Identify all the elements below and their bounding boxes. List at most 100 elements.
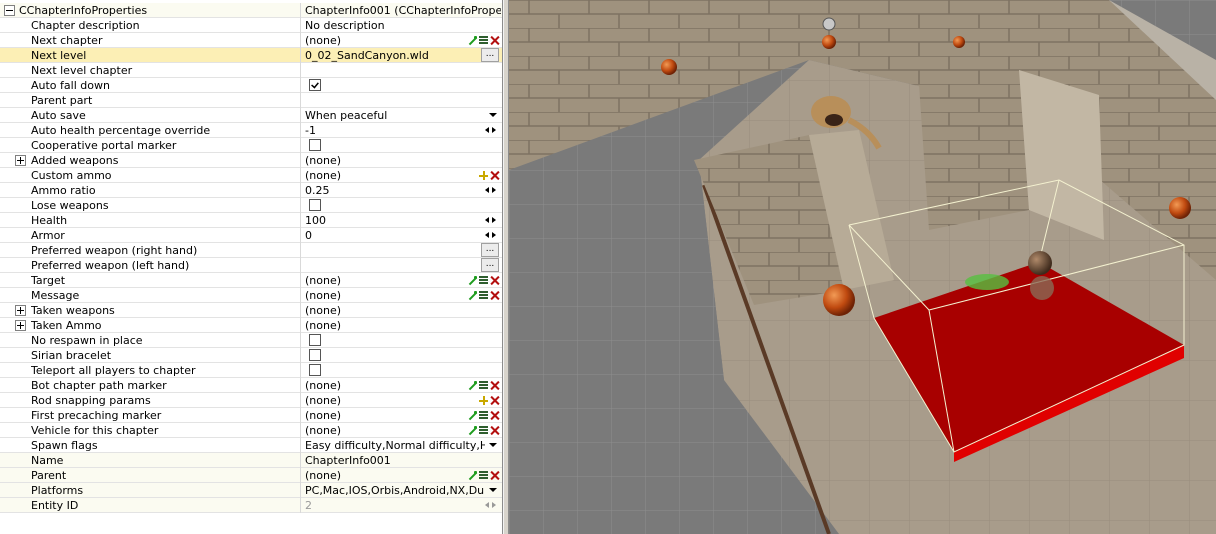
pick-entity-icon[interactable] [468, 411, 477, 420]
expand-icon[interactable] [15, 155, 26, 166]
prop-parent-part[interactable]: Parent part [0, 93, 502, 108]
clear-icon[interactable] [490, 36, 499, 45]
pick-entity-icon[interactable] [468, 426, 477, 435]
list-icon[interactable] [479, 426, 488, 435]
pick-entity-icon[interactable] [468, 36, 477, 45]
list-icon[interactable] [479, 381, 488, 390]
prop-value[interactable]: (none) [305, 168, 341, 183]
prop-teleport-all-players[interactable]: Teleport all players to chapter [0, 363, 502, 378]
prop-value[interactable]: 0 [305, 228, 312, 243]
prop-auto-save[interactable]: Auto save When peaceful [0, 108, 502, 123]
browse-button[interactable]: ... [481, 243, 499, 257]
prop-custom-ammo[interactable]: Custom ammo (none) [0, 168, 502, 183]
prop-ammo-ratio[interactable]: Ammo ratio 0.25 [0, 183, 502, 198]
spawn-flags-select[interactable]: Easy difficulty,Normal difficulty,Har... [305, 438, 485, 453]
prop-value[interactable]: 100 [305, 213, 326, 228]
prop-health[interactable]: Health 100 [0, 213, 502, 228]
prop-value[interactable]: No description [305, 18, 385, 33]
prop-lose-weapons[interactable]: Lose weapons [0, 198, 502, 213]
prop-value[interactable]: (none) [305, 393, 341, 408]
prop-entity-id[interactable]: Entity ID 2 [0, 498, 502, 513]
prop-value[interactable]: (none) [305, 318, 341, 333]
prop-vehicle-for-chapter[interactable]: Vehicle for this chapter (none) [0, 423, 502, 438]
prop-value[interactable]: (none) [305, 378, 341, 393]
chevron-down-icon[interactable] [489, 113, 497, 117]
prop-preferred-weapon-right[interactable]: Preferred weapon (right hand) ... [0, 243, 502, 258]
sirian-bracelet-checkbox[interactable] [309, 349, 321, 361]
list-icon[interactable] [479, 291, 488, 300]
prop-no-respawn-in-place[interactable]: No respawn in place [0, 333, 502, 348]
prop-value[interactable]: 0_02_SandCanyon.wld [305, 48, 429, 63]
prop-value[interactable]: (none) [305, 33, 341, 48]
prop-value[interactable]: (none) [305, 153, 341, 168]
prop-added-weapons[interactable]: Added weapons (none) [0, 153, 502, 168]
prop-name[interactable]: Name ChapterInfo001 [0, 453, 502, 468]
browse-button[interactable]: ... [481, 48, 499, 62]
cooperative-portal-marker-checkbox[interactable] [309, 139, 321, 151]
list-icon[interactable] [479, 411, 488, 420]
platforms-select[interactable]: PC,Mac,IOS,Orbis,Android,NX,Dura... [305, 483, 485, 498]
clear-icon[interactable] [490, 171, 499, 180]
auto-save-select[interactable]: When peaceful [305, 108, 387, 123]
no-respawn-checkbox[interactable] [309, 334, 321, 346]
spinner-icon[interactable] [485, 217, 496, 224]
prop-next-level-chapter[interactable]: Next level chapter [0, 63, 502, 78]
prop-taken-weapons[interactable]: Taken weapons (none) [0, 303, 502, 318]
name-field[interactable]: ChapterInfo001 [305, 453, 391, 468]
prop-rod-snapping-params[interactable]: Rod snapping params (none) [0, 393, 502, 408]
clear-icon[interactable] [490, 426, 499, 435]
prop-next-level[interactable]: Next level 0_02_SandCanyon.wld ... [0, 48, 502, 63]
collapse-icon[interactable] [4, 5, 15, 16]
prop-value[interactable]: (none) [305, 408, 341, 423]
teleport-all-players-checkbox[interactable] [309, 364, 321, 376]
list-icon[interactable] [479, 471, 488, 480]
expand-icon[interactable] [15, 320, 26, 331]
browse-button[interactable]: ... [481, 258, 499, 272]
prop-value[interactable]: (none) [305, 288, 341, 303]
auto-fall-down-checkbox[interactable] [309, 79, 321, 91]
prop-next-chapter[interactable]: Next chapter (none) [0, 33, 502, 48]
add-icon[interactable] [479, 171, 488, 180]
prop-cooperative-portal-marker[interactable]: Cooperative portal marker [0, 138, 502, 153]
prop-parent[interactable]: Parent (none) [0, 468, 502, 483]
clear-icon[interactable] [490, 276, 499, 285]
prop-sirian-bracelet[interactable]: Sirian bracelet [0, 348, 502, 363]
expand-icon[interactable] [15, 305, 26, 316]
spinner-icon[interactable] [485, 187, 496, 194]
list-icon[interactable] [479, 276, 488, 285]
pick-entity-icon[interactable] [468, 381, 477, 390]
prop-taken-ammo[interactable]: Taken Ammo (none) [0, 318, 502, 333]
clear-icon[interactable] [490, 381, 499, 390]
prop-value[interactable]: (none) [305, 423, 341, 438]
prop-preferred-weapon-left[interactable]: Preferred weapon (left hand) ... [0, 258, 502, 273]
list-icon[interactable] [479, 36, 488, 45]
chevron-down-icon[interactable] [489, 443, 497, 447]
prop-value[interactable]: -1 [305, 123, 316, 138]
prop-auto-health-override[interactable]: Auto health percentage override -1 [0, 123, 502, 138]
lose-weapons-checkbox[interactable] [309, 199, 321, 211]
prop-value[interactable]: (none) [305, 273, 341, 288]
prop-value[interactable]: (none) [305, 303, 341, 318]
pick-entity-icon[interactable] [468, 291, 477, 300]
group-header-row[interactable]: CChapterInfoProperties ChapterInfo001 (C… [0, 3, 502, 18]
prop-target[interactable]: Target (none) [0, 273, 502, 288]
prop-platforms[interactable]: Platforms PC,Mac,IOS,Orbis,Android,NX,Du… [0, 483, 502, 498]
pick-entity-icon[interactable] [468, 471, 477, 480]
prop-auto-fall-down[interactable]: Auto fall down [0, 78, 502, 93]
prop-armor[interactable]: Armor 0 [0, 228, 502, 243]
spinner-icon[interactable] [485, 127, 496, 134]
pick-entity-icon[interactable] [468, 276, 477, 285]
3d-viewport[interactable] [509, 0, 1216, 534]
spinner-icon[interactable] [485, 232, 496, 239]
prop-chapter-description[interactable]: Chapter description No description [0, 18, 502, 33]
clear-icon[interactable] [490, 291, 499, 300]
prop-message[interactable]: Message (none) [0, 288, 502, 303]
prop-value[interactable]: 0.25 [305, 183, 330, 198]
add-icon[interactable] [479, 396, 488, 405]
clear-icon[interactable] [490, 396, 499, 405]
prop-value[interactable]: (none) [305, 468, 341, 483]
clear-icon[interactable] [490, 471, 499, 480]
prop-bot-chapter-path-marker[interactable]: Bot chapter path marker (none) [0, 378, 502, 393]
clear-icon[interactable] [490, 411, 499, 420]
prop-first-precaching-marker[interactable]: First precaching marker (none) [0, 408, 502, 423]
